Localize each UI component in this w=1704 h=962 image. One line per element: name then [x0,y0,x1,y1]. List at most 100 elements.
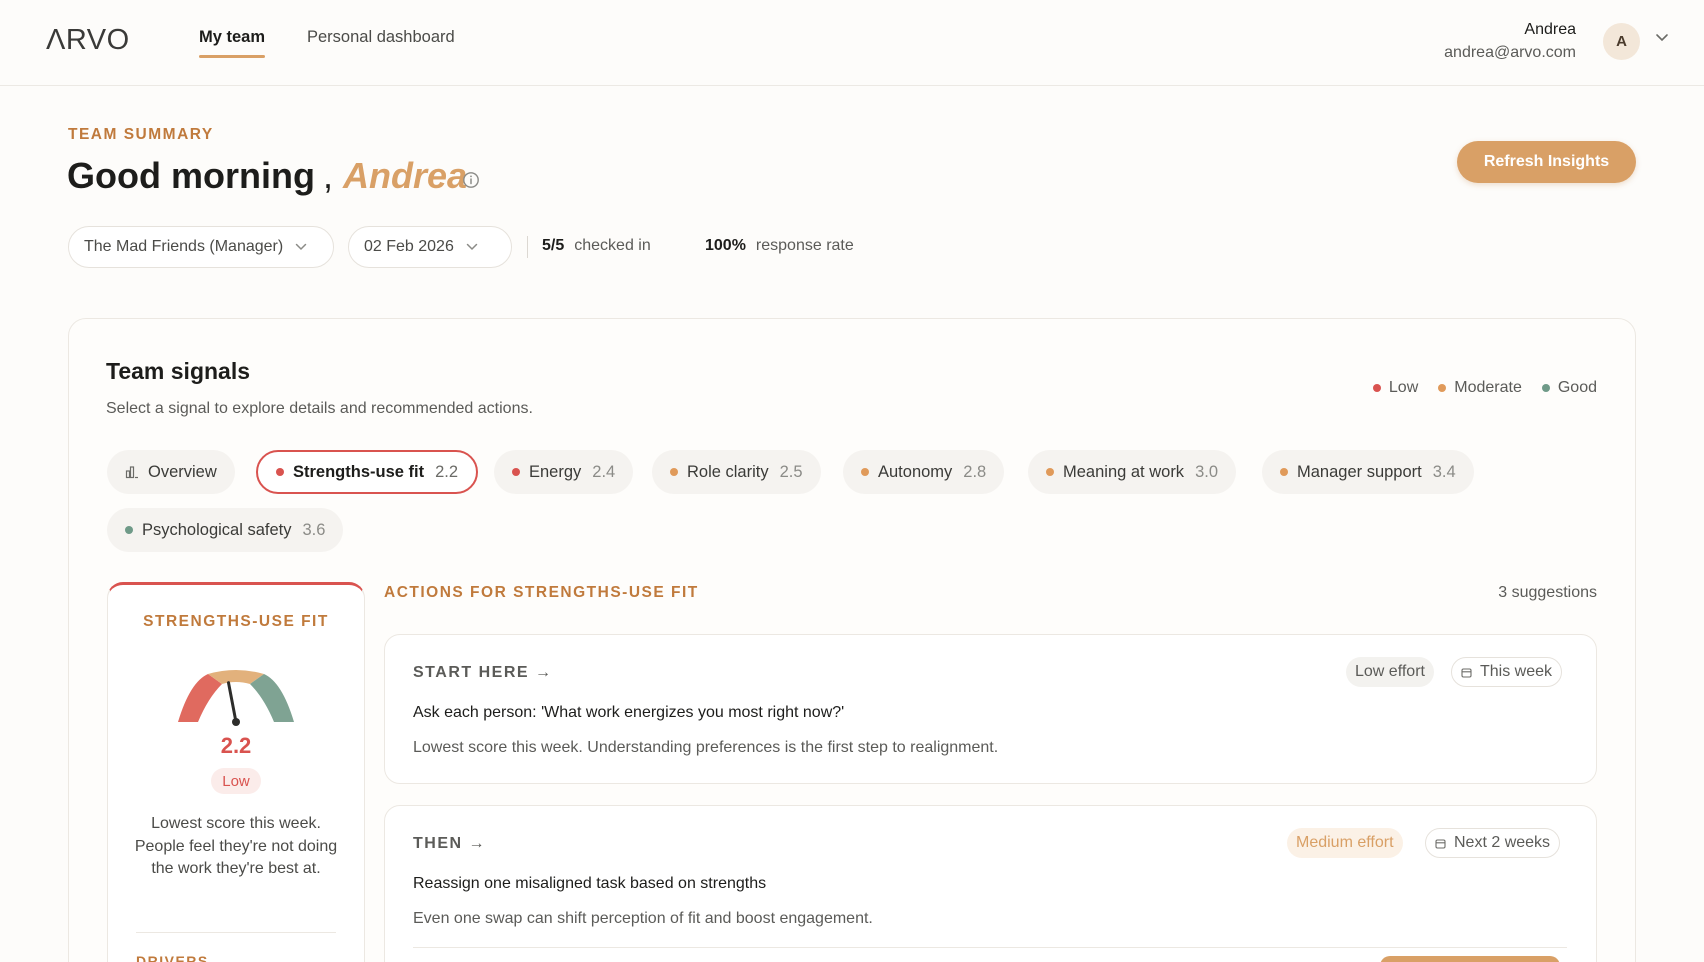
chip-overview-label: Overview [148,462,217,481]
actions-title: ACTIONS FOR STRENGTHS-USE FIT [384,584,699,601]
effort-badge: Medium effort [1287,828,1403,858]
chip-strengths-use-fit[interactable]: Strengths-use fit 2.2 [256,450,479,494]
timing-label: Next 2 weeks [1454,834,1551,851]
info-icon[interactable] [462,171,480,189]
chip-label: Autonomy [878,462,953,481]
chip-label: Psychological safety [142,520,292,539]
suggestion-count: 3 suggestions [1498,584,1597,601]
chip-meaning-at-work[interactable]: Meaning at work 3.0 [1028,450,1236,494]
date-select-value: 02 Feb 2026 [364,238,454,255]
gauge-chart [178,670,294,726]
checked-in-stat: 5/5 checked in [542,237,651,255]
status-dot-good [125,526,133,534]
page-title: Good morning, Andrea [67,155,467,197]
top-nav: ΛRVO My team Personal dashboard Andrea a… [0,0,1704,86]
timing-badge: This week [1451,657,1563,687]
refresh-insights-button[interactable]: Refresh Insights [1457,141,1636,183]
chip-score: 2.8 [963,462,987,481]
action-cta-button[interactable] [1380,956,1560,962]
legend-moderate-label: Moderate [1454,379,1522,396]
chip-score: 3.4 [1432,462,1456,481]
action-step-label: THEN → [413,835,486,852]
chip-label: Manager support [1297,462,1422,481]
legend-moderate: Moderate [1438,379,1522,397]
calendar-icon [1461,667,1472,678]
signal-score: 2.2 [220,733,252,758]
gauge-low-segment [178,674,222,722]
chip-score: 3.0 [1195,462,1218,481]
team-signals-title: Team signals [106,358,251,384]
avatar[interactable]: A [1603,23,1640,60]
effort-badge: Low effort [1346,657,1434,687]
chip-score: 3.6 [302,520,326,539]
tab-personal-dashboard[interactable]: Personal dashboard [307,28,455,47]
checked-in-label: checked in [574,237,651,254]
legend-good: Good [1541,379,1597,397]
page-eyebrow: TEAM SUMMARY [68,126,214,143]
signal-description: Lowest score this week. People feel they… [134,815,338,877]
greeting-name: Andrea [342,155,468,196]
chip-label: Role clarity [687,462,769,481]
status-dot-moderate [670,468,678,476]
chevron-down-icon[interactable] [1655,33,1669,43]
team-signals-subtitle: Select a signal to explore details and r… [106,400,533,417]
timing-label: This week [1480,663,1553,680]
stat-divider [527,236,528,258]
user-email: andrea@arvo.com [1444,44,1576,61]
chip-score: 2.4 [592,462,616,481]
chip-manager-support[interactable]: Manager support 3.4 [1262,450,1474,494]
legend-low-label: Low [1388,379,1419,396]
chip-role-clarity[interactable]: Role clarity 2.5 [652,450,821,494]
status-dot-moderate [1046,468,1054,476]
greeting-text: Good morning [67,155,315,196]
chip-label: Energy [529,462,582,481]
calendar-icon [1435,838,1446,849]
gauge-good-segment [250,674,294,722]
timing-badge: Next 2 weeks [1425,828,1561,858]
tab-my-team[interactable]: My team [199,28,266,58]
legend-dot-good [1541,384,1550,392]
chip-autonomy[interactable]: Autonomy 2.8 [843,450,1005,494]
action-detail: Even one swap can shift perception of fi… [413,910,873,927]
action-divider [413,947,1567,948]
signal-detail-title: STRENGTHS-USE FIT [143,613,329,630]
gauge-needle-hub [232,718,240,726]
team-select-value: The Mad Friends (Manager) [84,238,284,255]
chip-label: Strengths-use fit [293,462,425,481]
user-name: Andrea [1524,21,1576,38]
action-title: Reassign one misaligned task based on st… [413,875,767,892]
greeting-comma: , [322,155,333,196]
legend-dot-low [1372,384,1381,392]
response-rate-label: response rate [755,237,854,254]
status-dot-moderate [1280,468,1288,476]
legend-dot-moderate [1438,384,1447,392]
action-detail: Lowest score this week. Understanding pr… [413,739,999,756]
gauge-needle [227,681,238,724]
checked-in-value: 5/5 [542,237,565,254]
panel-divider [136,932,336,933]
status-dot-low [276,468,284,476]
chip-score: 2.5 [779,462,803,481]
date-select[interactable]: 02 Feb 2026 [348,226,512,268]
response-rate-stat: 100% response rate [705,237,854,255]
team-select[interactable]: The Mad Friends (Manager) [68,226,334,268]
drivers-heading: DRIVERS [136,953,209,962]
status-dot-moderate [861,468,869,476]
bar-chart-icon [125,466,138,479]
chip-overview[interactable]: Overview [107,450,235,494]
chip-energy[interactable]: Energy 2.4 [494,450,634,494]
response-rate-value: 100% [705,237,746,254]
status-badge: Low [211,768,261,794]
arvo-logo[interactable]: ΛRVO [46,24,130,57]
chevron-down-icon [466,243,478,251]
chip-label: Meaning at work [1063,462,1185,481]
action-title: Ask each person: 'What work energizes yo… [413,704,845,721]
chip-psychological-safety[interactable]: Psychological safety 3.6 [107,508,344,552]
signal-legend: Low Moderate Good [1372,379,1597,397]
status-dot-low [512,468,520,476]
chip-score: 2.2 [435,462,459,481]
legend-good-label: Good [1557,379,1597,396]
chevron-down-icon [295,243,307,251]
legend-low: Low [1372,379,1419,397]
action-step-label: START HERE → [413,664,553,681]
